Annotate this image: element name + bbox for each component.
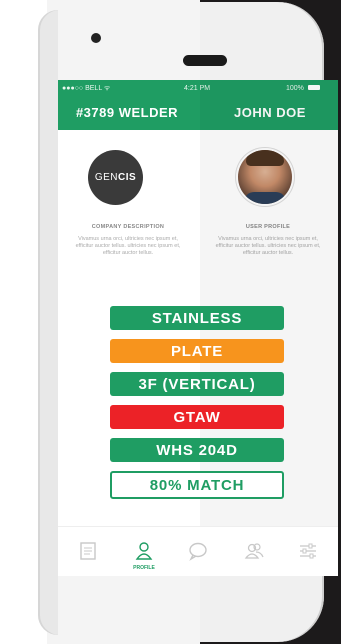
tag-spec[interactable]: WHS 204D xyxy=(110,438,284,462)
carrier-signal: ●●●○○ BELL ᯤ xyxy=(62,84,111,92)
tag-process[interactable]: GTAW xyxy=(110,405,284,429)
match-badge[interactable]: 80% MATCH xyxy=(110,471,284,499)
company-logo[interactable]: GEN CIS xyxy=(88,150,143,205)
sliders-icon[interactable] xyxy=(298,541,318,561)
tag-material[interactable]: STAINLESS xyxy=(110,306,284,330)
tab-bar: PROFILE xyxy=(58,526,338,576)
phone-screen: ●●●○○ BELL ᯤ 4:21 PM 100% #3789 WELDER J… xyxy=(58,80,338,576)
users-icon[interactable] xyxy=(244,541,264,561)
tab-profile-label: PROFILE xyxy=(133,565,155,571)
logo-text-regular: GEN xyxy=(94,172,118,183)
front-camera xyxy=(91,33,101,43)
tag-position[interactable]: 3F (VERTICAL) xyxy=(110,372,284,396)
company-description-label: COMPANY DESCRIPTION xyxy=(91,224,165,230)
company-description-text: Vivamus urna orci, ultricies nec ipsum e… xyxy=(75,236,181,256)
profile-icon[interactable] xyxy=(134,541,154,561)
earpiece-speaker xyxy=(183,55,227,66)
document-icon[interactable] xyxy=(78,541,98,561)
tag-form[interactable]: PLATE xyxy=(110,339,284,363)
job-title[interactable]: #3789 WELDER xyxy=(58,105,196,120)
logo-text-bold: CIS xyxy=(118,172,137,183)
chat-icon[interactable] xyxy=(188,541,208,561)
phone-edge xyxy=(38,10,58,635)
